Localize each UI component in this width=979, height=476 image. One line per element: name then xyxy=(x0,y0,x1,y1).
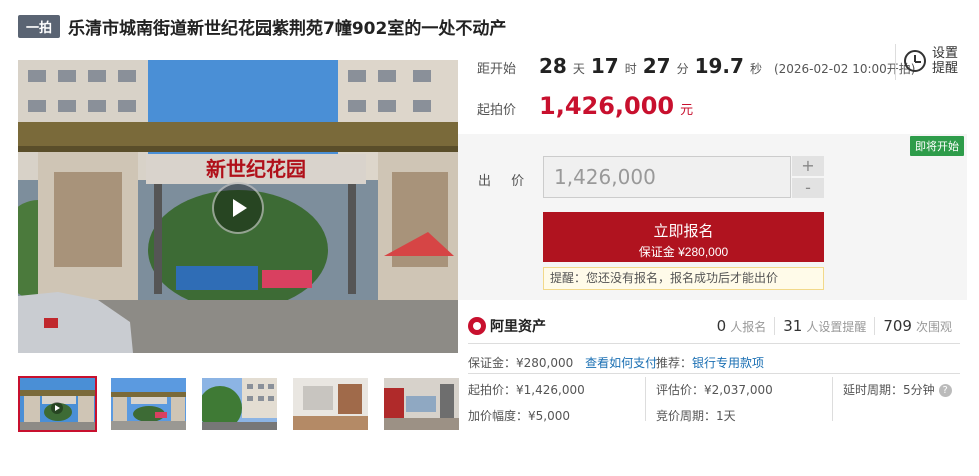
how-to-pay-link[interactable]: 查看如何支付 xyxy=(585,356,657,370)
thumbnail-4[interactable] xyxy=(291,376,370,432)
stat-views: 709 次围观 xyxy=(874,317,960,335)
stat-registered: 0 人报名 xyxy=(709,317,775,335)
increment-info: 加价幅度：¥5,000 xyxy=(468,407,570,424)
reminder-divider xyxy=(895,44,896,80)
views-label: 次围观 xyxy=(915,320,952,334)
round-badge: 一拍 xyxy=(18,15,61,38)
stats-row: 阿里资产 0 人报名 31 人设置提醒 709 次围观 xyxy=(468,312,960,340)
ali-logo-text: 阿里资产 xyxy=(490,319,546,335)
countdown-days-unit: 天 xyxy=(572,62,585,76)
ali-logo-icon xyxy=(468,317,486,335)
register-button-label: 立即报名 xyxy=(653,223,714,240)
start-price-info-value: ¥1,426,000 xyxy=(516,383,585,397)
register-now-button[interactable]: 立即报名 保证金 ¥280,000 xyxy=(543,212,824,262)
increase-bid-button[interactable]: + xyxy=(792,156,824,176)
delay-label: 延时周期： xyxy=(843,383,904,397)
countdown-seconds-unit: 秒 xyxy=(749,62,762,76)
registered-count: 0 xyxy=(716,317,727,335)
delay-value: 5分钟 xyxy=(903,383,935,397)
stats-divider xyxy=(468,343,960,344)
main-photo[interactable]: 新世纪花园 xyxy=(18,60,458,353)
title-bar: 一拍 乐清市城南街道新世纪花园紫荆苑7幢902室的一处不动产 xyxy=(18,14,506,39)
auction-stats: 0 人报名 31 人设置提醒 709 次围观 xyxy=(709,317,960,335)
help-icon[interactable]: ? xyxy=(938,384,952,397)
bid-stepper: + - xyxy=(792,156,824,198)
bank-payment-link[interactable]: 银行专用款项 xyxy=(692,356,764,370)
bid-label: 出 价 xyxy=(478,174,533,189)
countdown-minutes-unit: 分 xyxy=(676,62,689,76)
thumbnail-2[interactable] xyxy=(109,376,188,432)
bid-period-label: 竞价周期： xyxy=(656,409,717,423)
recommend-label: 推荐： xyxy=(656,356,693,370)
countdown: 距开始 28 天 17 时 27 分 19.7 秒 (2026-02-02 10… xyxy=(477,54,915,78)
recommend-info: 推荐：银行专用款项 xyxy=(656,354,764,371)
thumbnail-3[interactable] xyxy=(200,376,279,432)
ali-assets-logo[interactable]: 阿里资产 xyxy=(468,316,546,336)
countdown-hours-unit: 时 xyxy=(624,62,637,76)
countdown-hours: 17 xyxy=(590,54,619,78)
stat-reminders: 31 人设置提醒 xyxy=(774,317,874,335)
delay-info: 延时周期：5分钟? xyxy=(843,381,952,398)
bid-period-value: 1天 xyxy=(716,409,736,423)
start-price-info: 起拍价：¥1,426,000 xyxy=(468,381,585,398)
set-reminder-button[interactable]: 设置提醒 xyxy=(904,46,958,76)
play-video-button[interactable] xyxy=(212,182,264,234)
bid-amount-input[interactable] xyxy=(543,156,791,198)
deposit-value: ¥280,000 xyxy=(516,356,574,370)
countdown-days: 28 xyxy=(539,54,567,78)
start-price-value: 1,426,000 xyxy=(539,92,675,120)
gate-sign: 新世纪花园 xyxy=(206,157,306,181)
details-separator-1 xyxy=(645,377,646,421)
start-price-label: 起拍价 xyxy=(477,103,517,118)
views-count: 709 xyxy=(883,317,912,335)
appraisal-info: 评估价：¥2,037,000 xyxy=(656,381,773,398)
register-deposit-label: 保证金 ¥280,000 xyxy=(638,245,729,259)
reminder-count-label: 人设置提醒 xyxy=(806,320,867,334)
increment-value: ¥5,000 xyxy=(528,409,571,423)
status-badge: 即将开始 xyxy=(910,136,964,156)
page-title: 乐清市城南街道新世纪花园紫荆苑7幢902室的一处不动产 xyxy=(68,19,507,39)
countdown-seconds: 19.7 xyxy=(694,54,744,78)
details-separator-2 xyxy=(832,377,833,421)
bid-panel: 即将开始 出 价 + - 立即报名 保证金 ¥280,000 提醒：您还没有报名… xyxy=(458,134,967,300)
countdown-label: 距开始 xyxy=(477,62,517,77)
countdown-minutes: 27 xyxy=(642,54,671,78)
increment-label: 加价幅度： xyxy=(468,409,529,423)
deposit-label: 保证金： xyxy=(468,356,517,370)
appraisal-label: 评估价： xyxy=(656,383,705,397)
registration-notice: 提醒：您还没有报名，报名成功后才能出价 xyxy=(543,267,824,290)
start-price-row: 起拍价 1,426,000 元 xyxy=(477,92,693,120)
registered-label: 人报名 xyxy=(730,320,767,334)
set-reminder-label: 设置提醒 xyxy=(932,46,959,76)
thumbnail-1[interactable] xyxy=(18,376,97,432)
decrease-bid-button[interactable]: - xyxy=(792,178,824,198)
thumbnail-strip xyxy=(18,376,461,432)
start-price-info-label: 起拍价： xyxy=(468,383,517,397)
bid-period-info: 竞价周期：1天 xyxy=(656,407,736,424)
thumbnail-5[interactable] xyxy=(382,376,461,432)
deposit-info: 保证金：¥280,000 查看如何支付 xyxy=(468,354,657,371)
alarm-clock-icon xyxy=(904,50,926,72)
appraisal-value: ¥2,037,000 xyxy=(704,383,773,397)
reminder-count: 31 xyxy=(783,317,803,335)
details-divider xyxy=(468,373,960,374)
start-price-unit: 元 xyxy=(680,103,694,118)
